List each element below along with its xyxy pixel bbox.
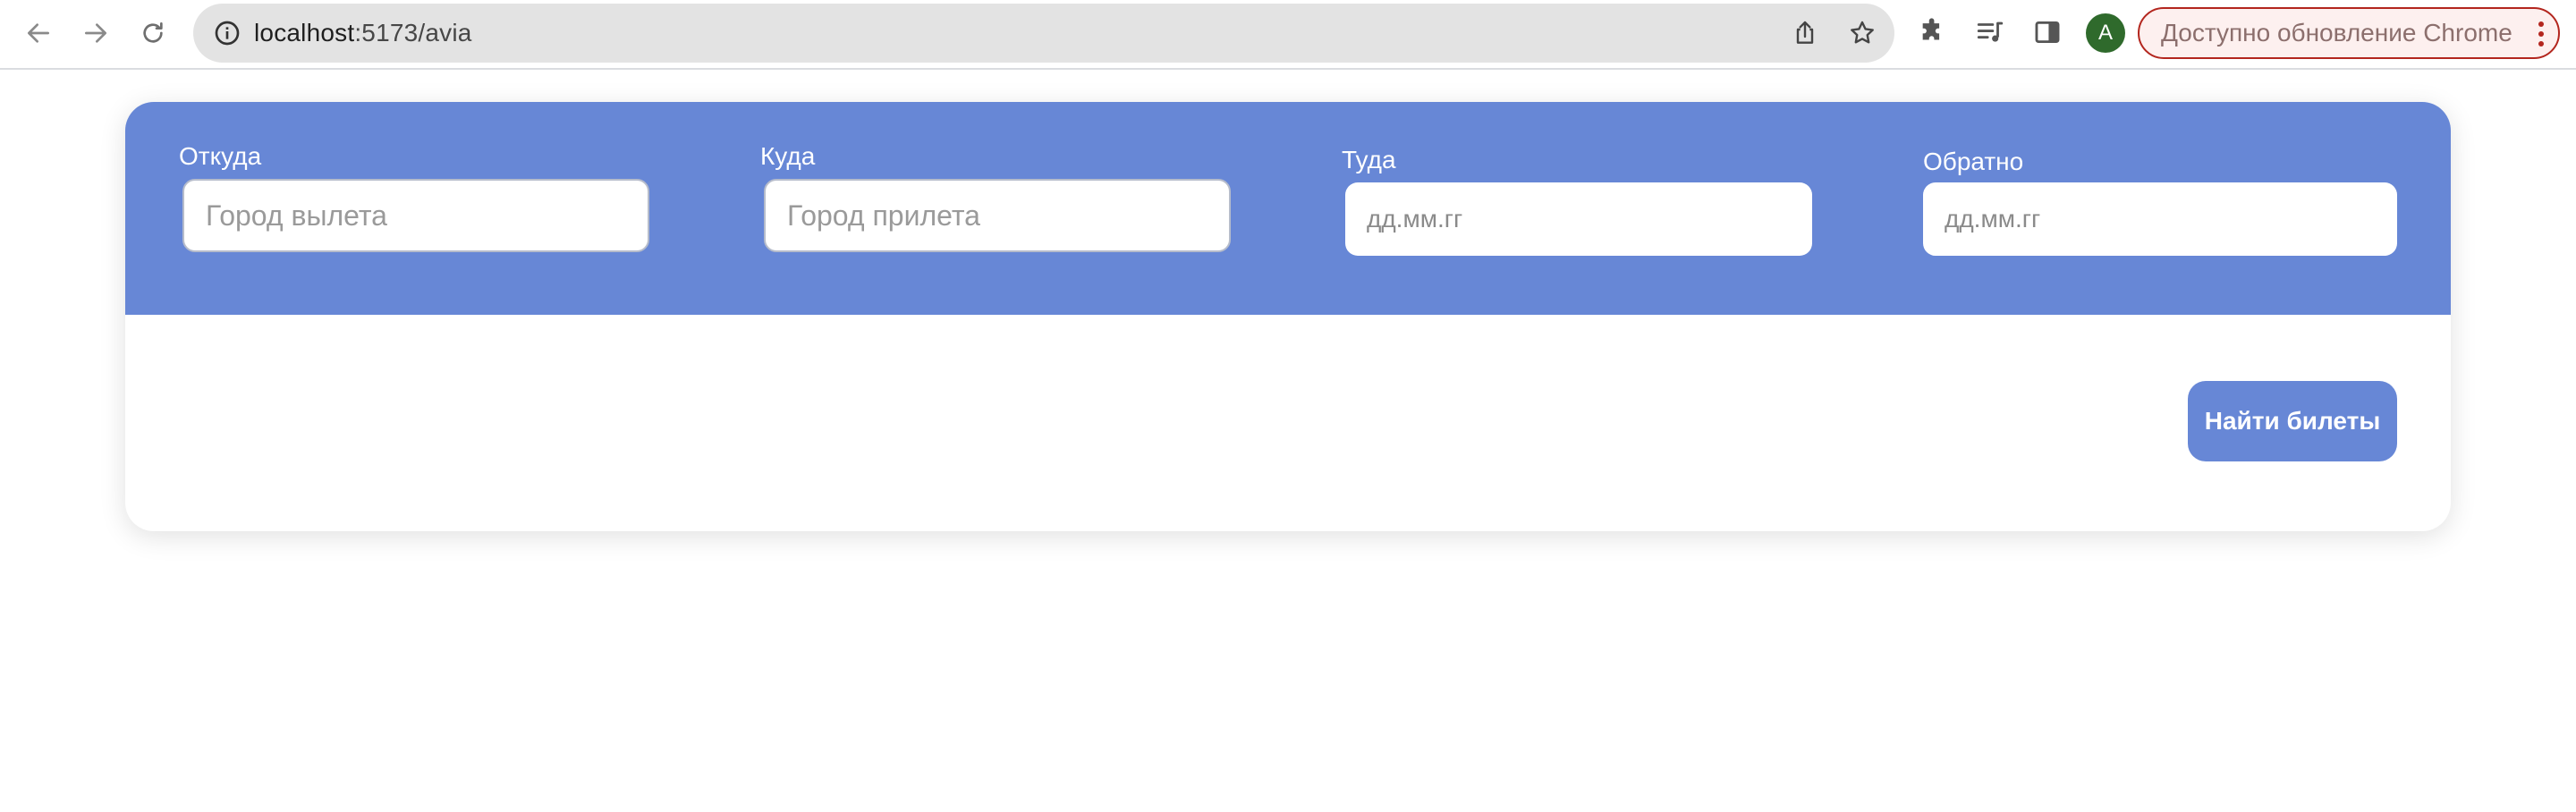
from-city-input[interactable] bbox=[182, 179, 649, 252]
flight-search-card: Откуда Куда Туда Обратно Найти билеты bbox=[125, 102, 2451, 531]
arrow-right-icon bbox=[85, 23, 106, 43]
browser-toolbar: localhost:5173/avia A Доступно обновлени… bbox=[0, 0, 2576, 70]
url-host: localhost bbox=[254, 19, 355, 47]
chrome-update-label: Доступно обновление Chrome bbox=[2161, 19, 2512, 47]
arrow-left-icon bbox=[28, 23, 49, 43]
depart-label: Туда bbox=[1342, 146, 1396, 173]
profile-avatar[interactable]: A bbox=[2086, 13, 2125, 53]
extensions-puzzle-icon[interactable] bbox=[1918, 17, 1948, 47]
side-panel-icon[interactable] bbox=[2032, 17, 2063, 47]
share-icon[interactable] bbox=[1791, 19, 1819, 47]
find-tickets-button[interactable]: Найти билеты bbox=[2188, 381, 2397, 461]
site-info-icon[interactable] bbox=[213, 19, 242, 47]
address-bar[interactable]: localhost:5173/avia bbox=[193, 4, 1894, 63]
return-date-input[interactable] bbox=[1923, 182, 2397, 256]
forward-button[interactable] bbox=[75, 13, 116, 54]
search-fields-panel: Откуда Куда Туда Обратно bbox=[125, 102, 2451, 315]
chrome-update-button[interactable]: Доступно обновление Chrome bbox=[2138, 7, 2560, 59]
media-queue-icon[interactable] bbox=[1975, 17, 2005, 47]
back-button[interactable] bbox=[18, 13, 59, 54]
to-city-input[interactable] bbox=[764, 179, 1231, 252]
to-label: Куда bbox=[760, 142, 816, 170]
reload-button[interactable] bbox=[132, 13, 174, 54]
more-menu-icon[interactable] bbox=[2537, 21, 2546, 47]
from-label: Откуда bbox=[179, 142, 262, 170]
reload-icon bbox=[143, 22, 163, 43]
return-label: Обратно bbox=[1923, 148, 2024, 175]
bookmark-star-icon[interactable] bbox=[1848, 19, 1877, 47]
depart-date-input[interactable] bbox=[1345, 182, 1812, 256]
url-path: :5173/avia bbox=[354, 19, 472, 47]
address-url[interactable]: localhost:5173/avia bbox=[254, 4, 472, 63]
